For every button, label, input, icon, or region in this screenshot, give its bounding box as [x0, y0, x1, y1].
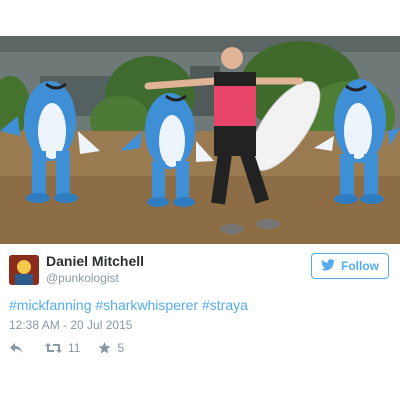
author-handle[interactable]: @punkologist: [46, 271, 119, 285]
retweet-count: 11: [68, 341, 81, 355]
author-avatar[interactable]: [9, 255, 39, 285]
tweet-photo[interactable]: [0, 36, 400, 244]
reply-button[interactable]: [9, 342, 23, 354]
favorite-count: 5: [117, 341, 125, 355]
tweet-hashtags[interactable]: #mickfanning #sharkwhisperer #straya: [9, 297, 248, 313]
twitter-bird-icon: [321, 258, 335, 274]
favorite-button[interactable]: 5: [98, 341, 124, 355]
author-name[interactable]: Daniel Mitchell: [46, 253, 144, 269]
tweet-actions: 11 5: [9, 340, 124, 356]
star-icon: [98, 342, 111, 354]
reply-icon: [9, 342, 23, 354]
follow-label: Follow: [341, 259, 379, 273]
retweet-icon: [45, 342, 62, 354]
follow-button[interactable]: Follow: [311, 253, 389, 279]
tweet-timestamp[interactable]: 12:38 AM - 20 Jul 2015: [9, 318, 132, 332]
retweet-button[interactable]: 11: [45, 341, 80, 355]
